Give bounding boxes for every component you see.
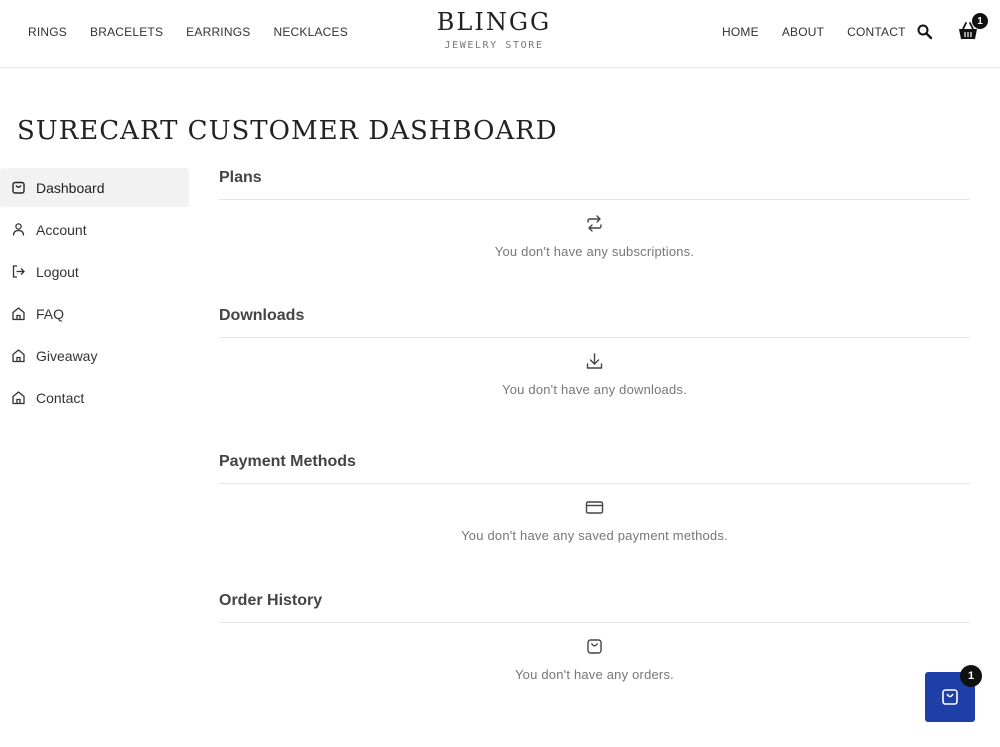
home-icon <box>11 348 26 363</box>
repeat-icon <box>585 214 604 233</box>
nav-bracelets[interactable]: BRACELETS <box>90 25 163 39</box>
download-icon <box>585 352 604 371</box>
user-icon <box>11 222 26 237</box>
sidebar-item-logout[interactable]: Logout <box>0 252 189 291</box>
empty-message: You don't have any subscriptions. <box>494 244 695 259</box>
logout-icon <box>11 264 26 279</box>
sidebar-item-faq[interactable]: FAQ <box>0 294 189 333</box>
brand-name: BLINGG <box>436 8 552 36</box>
empty-state: You don't have any downloads. <box>219 352 970 397</box>
nav-home[interactable]: HOME <box>722 25 759 39</box>
section-title: Plans <box>219 169 970 200</box>
credit-card-icon <box>585 498 604 517</box>
page-title: SURECART CUSTOMER DASHBOARD <box>17 116 558 146</box>
bag-icon <box>940 687 960 707</box>
floating-cart-count: 1 <box>960 665 982 687</box>
search-icon[interactable] <box>916 23 934 41</box>
sidebar-item-label: FAQ <box>36 305 65 322</box>
home-icon <box>11 306 26 321</box>
home-icon <box>11 390 26 405</box>
empty-message: You don't have any orders. <box>515 667 674 682</box>
empty-state: You don't have any orders. <box>219 637 970 682</box>
sidebar-item-account[interactable]: Account <box>0 210 189 249</box>
empty-message: You don't have any saved payment methods… <box>461 528 728 543</box>
sidebar-item-dashboard[interactable]: Dashboard <box>0 168 189 207</box>
nav-earrings[interactable]: EARRINGS <box>186 25 250 39</box>
cart-count-badge: 1 <box>972 13 988 29</box>
brand-tagline: JEWELRY STORE <box>444 40 544 51</box>
nav-about[interactable]: ABOUT <box>782 25 824 39</box>
site-header: RINGS BRACELETS EARRINGS NECKLACES BLING… <box>0 0 1000 68</box>
payment-methods-section: Payment Methods You don't have any saved… <box>219 453 970 543</box>
plans-section: Plans You don't have any subscriptions. <box>219 169 970 259</box>
nav-necklaces[interactable]: NECKLACES <box>273 25 348 39</box>
section-title: Order History <box>219 592 970 623</box>
sidebar-item-contact[interactable]: Contact <box>0 378 189 417</box>
sidebar-item-label: Account <box>36 221 87 238</box>
sidebar-item-label: Contact <box>36 389 85 406</box>
empty-state: You don't have any subscriptions. <box>219 214 970 259</box>
sidebar-item-label: Giveaway <box>36 347 98 364</box>
empty-message: You don't have any downloads. <box>502 382 687 397</box>
downloads-section: Downloads You don't have any downloads. <box>219 307 970 397</box>
primary-nav: RINGS BRACELETS EARRINGS NECKLACES <box>28 25 348 39</box>
site-logo[interactable]: BLINGG JEWELRY STORE <box>394 8 594 51</box>
sidebar-item-label: Dashboard <box>36 179 105 196</box>
dashboard-sidebar: Dashboard Account Logout FAQ Giveaway Co… <box>0 168 189 420</box>
sidebar-item-label: Logout <box>36 263 79 280</box>
nav-contact[interactable]: CONTACT <box>847 25 906 39</box>
section-title: Downloads <box>219 307 970 338</box>
section-title: Payment Methods <box>219 453 970 484</box>
secondary-nav: HOME ABOUT CONTACT <box>722 25 906 39</box>
empty-state: You don't have any saved payment methods… <box>219 498 970 543</box>
sidebar-item-giveaway[interactable]: Giveaway <box>0 336 189 375</box>
bag-icon <box>11 180 26 195</box>
nav-rings[interactable]: RINGS <box>28 25 67 39</box>
bag-icon <box>585 637 604 656</box>
order-history-section: Order History You don't have any orders. <box>219 592 970 682</box>
